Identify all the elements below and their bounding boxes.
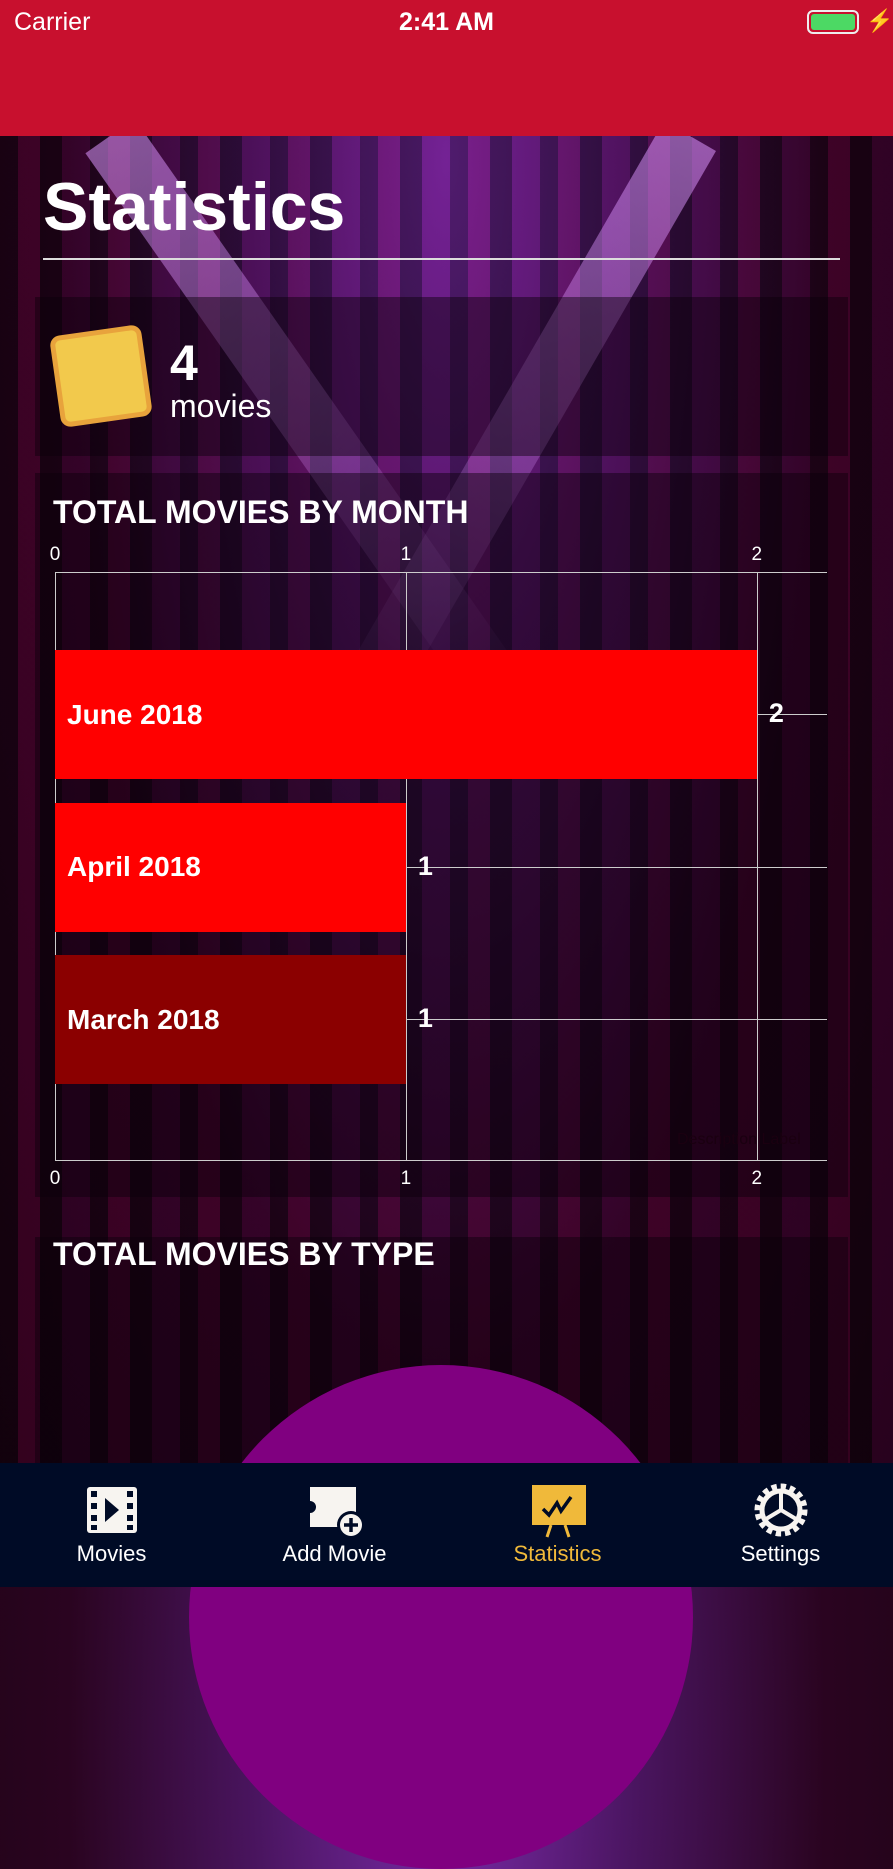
type-section-title: TOTAL MOVIES BY TYPE bbox=[53, 1236, 435, 1272]
tab-bar: Movies Add Movie Statistics Settings bbox=[0, 1463, 893, 1587]
month-section-title: TOTAL MOVIES BY MONTH bbox=[53, 494, 469, 530]
bar: March 2018 bbox=[55, 955, 406, 1084]
add-ticket-icon bbox=[309, 1487, 364, 1539]
x-tick-bottom: 2 bbox=[751, 1168, 763, 1189]
film-icon bbox=[86, 1487, 137, 1533]
movie-count: 4 bbox=[170, 335, 198, 391]
status-bar: Carrier 2:41 AM ⚡ bbox=[0, 0, 893, 136]
tab-movies[interactable]: Movies bbox=[0, 1463, 223, 1587]
x-axis-top bbox=[55, 572, 827, 573]
summary-card bbox=[35, 297, 848, 456]
bar: June 2018 bbox=[55, 650, 757, 779]
x-tick-top: 2 bbox=[751, 544, 763, 565]
bar-category-label: April 2018 bbox=[67, 851, 201, 882]
tab-settings[interactable]: Settings bbox=[669, 1463, 892, 1587]
tab-label: Statistics bbox=[513, 1541, 602, 1566]
bar-value-label: 2 bbox=[768, 698, 784, 728]
pie-slice bbox=[189, 1365, 693, 1869]
ticket-icon bbox=[49, 324, 153, 428]
x-tick-bottom: 0 bbox=[49, 1168, 61, 1189]
bar-value-label: 1 bbox=[417, 1003, 433, 1033]
battery-icon bbox=[807, 10, 859, 34]
page-title: Statistics bbox=[43, 169, 346, 245]
gear-icon bbox=[754, 1483, 807, 1537]
tab-label: Settings bbox=[740, 1541, 821, 1566]
tab-statistics[interactable]: Statistics bbox=[446, 1463, 669, 1587]
tab-label: Add Movie bbox=[282, 1541, 387, 1566]
chart-description: Description Label bbox=[677, 1131, 801, 1148]
bar-value-label: 1 bbox=[417, 850, 433, 881]
bar: April 2018 bbox=[55, 802, 406, 932]
title-divider bbox=[43, 258, 840, 260]
charging-icon: ⚡ bbox=[866, 8, 893, 33]
x-tick-bottom: 1 bbox=[400, 1168, 412, 1189]
tab-add-movie[interactable]: Add Movie bbox=[223, 1463, 446, 1587]
clock: 2:41 AM bbox=[399, 8, 494, 36]
tab-label: Movies bbox=[76, 1541, 147, 1566]
bar-category-label: June 2018 bbox=[67, 698, 203, 730]
presentation-chart-icon bbox=[531, 1485, 586, 1538]
x-tick-top: 0 bbox=[49, 544, 61, 565]
bar-category-label: March 2018 bbox=[67, 1003, 220, 1035]
x-tick-top: 1 bbox=[400, 544, 412, 565]
movie-count-unit: movies bbox=[170, 388, 272, 424]
x-axis-bottom bbox=[55, 1160, 827, 1161]
